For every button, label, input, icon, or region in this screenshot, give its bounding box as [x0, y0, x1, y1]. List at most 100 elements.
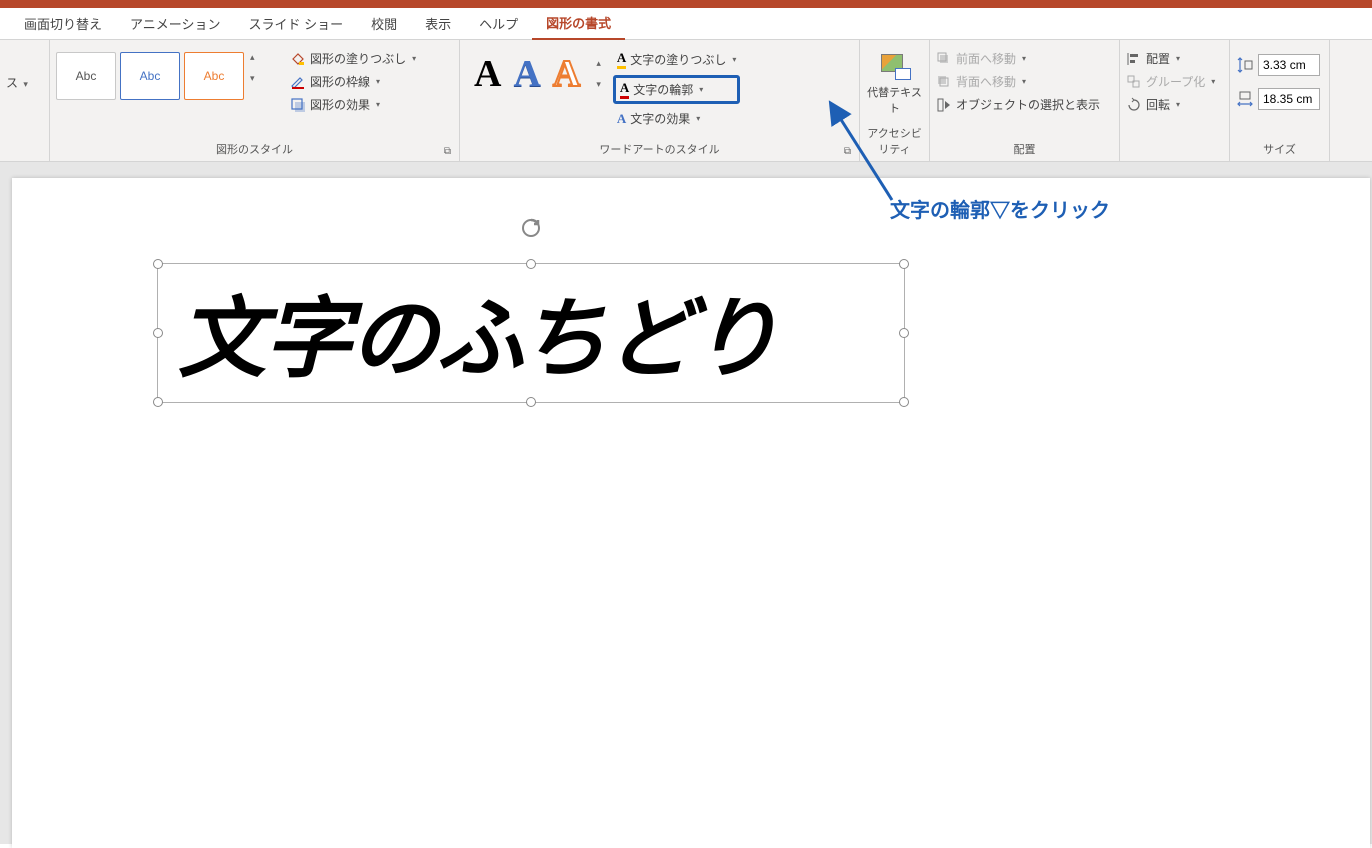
tab-slideshow[interactable]: スライド ショー	[235, 8, 358, 39]
chevron-down-icon: ▾	[1176, 100, 1180, 109]
selection-pane-icon	[936, 97, 952, 113]
text-effects-icon: A	[617, 111, 626, 127]
text-fill-button[interactable]: A 文字の塗りつぶし ▾	[613, 48, 741, 71]
text-fill-label: 文字の塗りつぶし	[630, 51, 726, 68]
bring-forward-label: 前面へ移動	[956, 50, 1016, 67]
wordart-preset-3[interactable]: A	[553, 52, 580, 96]
ribbon-tabs: 画面切り替え アニメーション スライド ショー 校閲 表示 ヘルプ 図形の書式	[0, 8, 1372, 40]
resize-handle-tl[interactable]	[153, 259, 163, 269]
text-outline-button[interactable]: A 文字の輪郭 ▾	[613, 75, 741, 104]
shape-style-preset-3[interactable]: Abc	[184, 52, 244, 100]
group-objects-label: グループ化	[1146, 73, 1205, 90]
shape-outline-button[interactable]: 図形の枠線 ▾	[290, 73, 416, 90]
alt-text-icon	[879, 52, 911, 80]
chevron-down-icon: ▾	[376, 77, 380, 86]
group-arrange-order: 前面へ移動 ▾ 背面へ移動 ▾ オブジェクトの選択と表示	[930, 40, 1120, 161]
shape-outline-label: 図形の枠線	[310, 73, 370, 90]
resize-handle-mr[interactable]	[899, 328, 909, 338]
resize-handle-bl[interactable]	[153, 397, 163, 407]
bring-forward-button[interactable]: 前面へ移動 ▾	[936, 50, 1100, 67]
ribbon: ス ▾ Abc Abc Abc ▴ ▾ 図形の塗りつぶし	[0, 40, 1372, 162]
canvas-area[interactable]: 文字のふちどり 文字の輪郭▽をクリック	[0, 162, 1372, 844]
chevron-down-icon: ▾	[699, 85, 703, 94]
paint-bucket-icon	[290, 51, 306, 67]
alt-text-button[interactable]: 代替テキスト	[866, 44, 923, 116]
tab-view[interactable]: 表示	[411, 8, 465, 39]
truncated-button[interactable]: ス ▾	[6, 44, 28, 91]
group-arrange-align: 配置 ▾ グループ化 ▾ 回転 ▾	[1120, 40, 1230, 161]
slide[interactable]: 文字のふちどり 文字の輪郭▽をクリック	[12, 178, 1370, 848]
tab-shape-format[interactable]: 図形の書式	[532, 7, 625, 40]
rotate-icon	[1126, 97, 1142, 113]
textbox-selected[interactable]: 文字のふちどり	[157, 263, 905, 403]
chevron-down-icon: ▾	[596, 79, 601, 90]
chevron-up-icon: ▴	[596, 58, 601, 69]
width-input[interactable]	[1258, 88, 1320, 110]
arrange-group-label: 配置	[936, 139, 1113, 159]
group-wordart-styles: A A A ▴ ▾ A 文字の塗りつぶし ▾ A 文字の輪郭 ▾	[460, 40, 860, 161]
resize-handle-ml[interactable]	[153, 328, 163, 338]
wordart-group-label: ワードアートのスタイル ⧉	[466, 139, 853, 159]
chevron-down-icon: ▾	[1211, 77, 1215, 86]
dialog-launcher-icon[interactable]: ⧉	[444, 146, 451, 157]
shape-fill-button[interactable]: 図形の塗りつぶし ▾	[290, 50, 416, 67]
title-bar	[0, 0, 1372, 8]
pen-icon	[290, 74, 306, 90]
chevron-down-icon: ▾	[696, 114, 700, 123]
selection-pane-label: オブジェクトの選択と表示	[956, 96, 1100, 113]
rotate-button[interactable]: 回転 ▾	[1126, 96, 1215, 113]
group-shape-styles: Abc Abc Abc ▴ ▾ 図形の塗りつぶし ▾	[50, 40, 460, 161]
shape-effects-label: 図形の効果	[310, 96, 370, 113]
text-fill-icon: A	[617, 50, 626, 69]
chevron-down-icon: ▾	[412, 54, 416, 63]
align-label: 配置	[1146, 50, 1170, 67]
shape-style-more[interactable]: ▴ ▾	[248, 52, 255, 84]
resize-handle-br[interactable]	[899, 397, 909, 407]
resize-handle-tm[interactable]	[526, 259, 536, 269]
text-effects-label: 文字の効果	[630, 110, 690, 127]
selection-pane-button[interactable]: オブジェクトの選択と表示	[936, 96, 1100, 113]
chevron-down-icon: ▾	[1022, 54, 1026, 63]
resize-handle-tr[interactable]	[899, 259, 909, 269]
shape-style-preset-2[interactable]: Abc	[120, 52, 180, 100]
send-backward-button[interactable]: 背面へ移動 ▾	[936, 73, 1100, 90]
chevron-down-icon: ▾	[376, 100, 380, 109]
textbox-content[interactable]: 文字のふちどり	[158, 264, 904, 399]
height-input[interactable]	[1258, 54, 1320, 76]
group-truncated: ス ▾	[0, 40, 50, 161]
height-icon	[1236, 56, 1254, 74]
send-backward-label: 背面へ移動	[956, 73, 1016, 90]
tab-animation[interactable]: アニメーション	[116, 8, 234, 39]
shape-effects-button[interactable]: 図形の効果 ▾	[290, 96, 416, 113]
size-group-label: サイズ	[1236, 139, 1323, 159]
truncated-label: ス	[6, 76, 18, 90]
send-backward-icon	[936, 74, 952, 90]
wordart-more[interactable]: ▴ ▾	[592, 58, 601, 90]
chevron-down-icon: ▾	[1176, 54, 1180, 63]
shape-styles-group-label: 図形のスタイル ⧉	[56, 139, 453, 159]
annotation-text: 文字の輪郭▽をクリック	[890, 194, 1110, 223]
chevron-down-icon: ▾	[23, 79, 28, 89]
align-button[interactable]: 配置 ▾	[1126, 50, 1215, 67]
rotate-handle[interactable]	[519, 216, 543, 240]
wordart-preset-1[interactable]: A	[474, 52, 501, 96]
resize-handle-bm[interactable]	[526, 397, 536, 407]
tab-transition[interactable]: 画面切り替え	[10, 8, 116, 39]
height-row	[1236, 54, 1320, 76]
shape-fill-label: 図形の塗りつぶし	[310, 50, 406, 67]
bring-forward-icon	[936, 51, 952, 67]
chevron-down-icon: ▾	[732, 55, 736, 64]
chevron-up-icon: ▴	[250, 52, 255, 63]
text-outline-icon: A	[620, 80, 629, 99]
align-icon	[1126, 51, 1142, 67]
shape-style-preset-1[interactable]: Abc	[56, 52, 116, 100]
group-objects-button[interactable]: グループ化 ▾	[1126, 73, 1215, 90]
tab-review[interactable]: 校閲	[357, 8, 411, 39]
chevron-down-icon: ▾	[250, 73, 255, 84]
group-size: サイズ	[1230, 40, 1330, 161]
rotate-label: 回転	[1146, 96, 1170, 113]
tab-help[interactable]: ヘルプ	[465, 8, 532, 39]
group-icon	[1126, 74, 1142, 90]
text-effects-button[interactable]: A 文字の効果 ▾	[613, 108, 741, 129]
wordart-preset-2[interactable]: A	[513, 52, 540, 96]
